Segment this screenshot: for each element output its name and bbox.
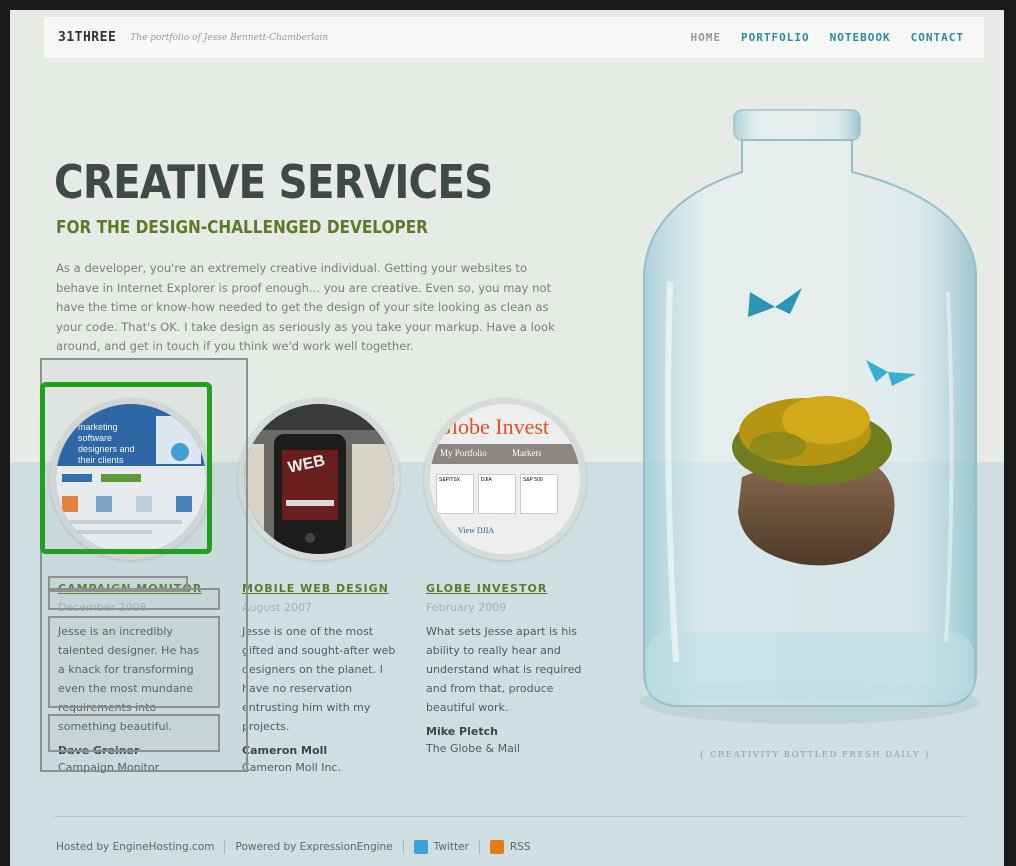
twitter-link[interactable]: Twitter: [434, 841, 469, 853]
site-tagline: The portfolio of Jesse Bennett-Chamberla…: [130, 32, 329, 43]
bottled-terrarium-illustration: [630, 102, 990, 742]
selection-outline-author: [48, 714, 220, 752]
footer-separator: [402, 840, 404, 854]
hero-subtitle: FOR THE DESIGN-CHALLENGED DEVELOPER: [56, 217, 428, 238]
testimonial-company: Cameron Moll Inc.: [242, 761, 341, 774]
footer-separator: [224, 840, 226, 854]
glass-jar-image: [640, 109, 980, 724]
powered-link[interactable]: Powered by ExpressionEngine: [235, 841, 392, 853]
thumbnail-tab: Markets: [512, 448, 542, 458]
project-date: August 2007: [242, 601, 312, 614]
rss-icon: [489, 840, 504, 854]
thumbnail-ticker: DJIA: [478, 474, 516, 514]
testimonial-author: Cameron Moll: [242, 744, 328, 757]
project-title-link[interactable]: GLOBE INVESTOR: [426, 582, 596, 595]
thumbnail-ticker: S&P 500: [520, 474, 558, 514]
site-logo[interactable]: 31THREE: [58, 30, 116, 45]
testimonial-company: The Globe & Mail: [426, 742, 520, 755]
twitter-icon: [413, 840, 428, 854]
nav-contact[interactable]: CONTACT: [911, 31, 964, 44]
nav-portfolio[interactable]: PORTFOLIO: [741, 31, 810, 44]
thumbnail-ticker: S&P/TSX: [436, 474, 474, 514]
top-bar: 31THREE The portfolio of Jesse Bennett-C…: [44, 17, 984, 58]
selection-outline-date: [48, 588, 220, 610]
footer-separator: [478, 840, 480, 854]
rss-link[interactable]: RSS: [510, 841, 531, 853]
thumbnail-mobile-web-design[interactable]: WEB: [238, 398, 400, 560]
project-mobile-web-design: MOBILE WEB DESIGN August 2007 Jesse is o…: [242, 582, 412, 774]
page: 31THREE The portfolio of Jesse Bennett-C…: [10, 10, 1004, 866]
thumbnail-link: View DJIA: [458, 526, 495, 535]
project-title-link[interactable]: MOBILE WEB DESIGN: [242, 582, 412, 595]
testimonial-quote: What sets Jesse apart is his ability to …: [426, 625, 582, 714]
main-nav: HOME PORTFOLIO NOTEBOOK CONTACT: [691, 31, 964, 44]
selection-outline-quote: [48, 616, 220, 708]
mobile-web-design-screenshot: [244, 404, 394, 554]
project-globe-investor: GLOBE INVESTOR February 2009 What sets J…: [426, 582, 596, 755]
selection-highlight-thumbnail: [40, 382, 212, 554]
project-date: February 2009: [426, 601, 507, 614]
footer: Hosted by EngineHosting.com Powered by E…: [56, 840, 531, 854]
hosted-link[interactable]: Hosted by EngineHosting.com: [56, 841, 214, 853]
jar-caption: { CREATIVITY BOTTLED FRESH DAILY }: [698, 750, 932, 760]
thumbnail-text: Globe Invest: [436, 414, 550, 439]
intro-paragraph: As a developer, you're an extremely crea…: [56, 261, 555, 353]
footer-divider: [54, 816, 966, 817]
nav-home[interactable]: HOME: [691, 31, 722, 44]
testimonial-quote: Jesse is one of the most gifted and soug…: [242, 625, 396, 733]
nav-notebook[interactable]: NOTEBOOK: [830, 31, 891, 44]
thumbnail-tab: My Portfolio: [440, 448, 487, 458]
hero-title: CREATIVE SERVICES: [54, 155, 493, 209]
testimonial-author: Mike Pletch: [426, 725, 498, 738]
thumbnail-globe-investor[interactable]: Globe Invest My Portfolio Markets S&P/TS…: [424, 398, 586, 560]
